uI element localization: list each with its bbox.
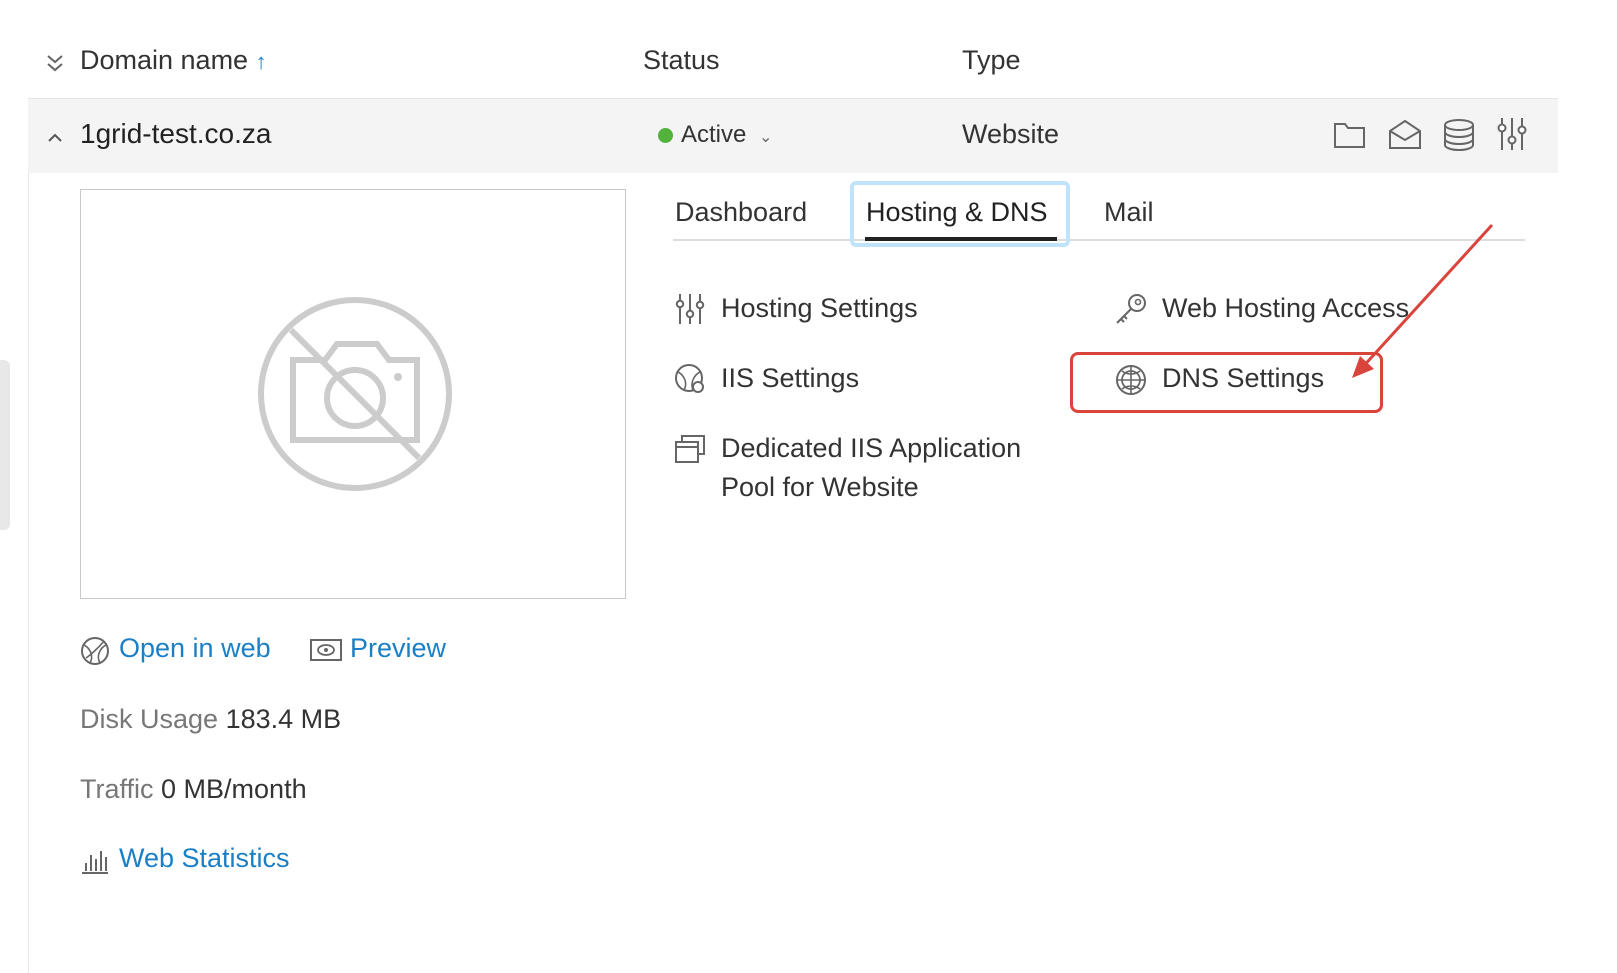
key-icon bbox=[1114, 292, 1148, 331]
domain-name[interactable]: 1grid-test.co.za bbox=[80, 118, 271, 150]
traffic: Traffic 0 MB/month bbox=[80, 774, 307, 805]
website-thumbnail bbox=[80, 189, 626, 599]
traffic-value: 0 MB/month bbox=[161, 774, 307, 804]
mail-icon[interactable] bbox=[1388, 118, 1422, 155]
annotation-arrow bbox=[1352, 223, 1494, 378]
traffic-label: Traffic bbox=[80, 774, 154, 804]
iis-settings-icon bbox=[674, 363, 706, 400]
hosting-settings-link[interactable]: Hosting Settings bbox=[721, 289, 918, 328]
settings-sliders-icon[interactable] bbox=[1496, 116, 1528, 157]
tab-mail[interactable]: Mail bbox=[1104, 197, 1154, 228]
globe-icon bbox=[80, 636, 110, 671]
no-image-icon bbox=[255, 294, 455, 499]
dedicated-pool-link[interactable]: Dedicated IIS Application Pool for Websi… bbox=[721, 429, 1021, 507]
tab-dashboard[interactable]: Dashboard bbox=[675, 197, 807, 228]
domain-type: Website bbox=[962, 119, 1060, 149]
collapse-all-icon[interactable] bbox=[45, 52, 65, 74]
application-pool-icon bbox=[674, 434, 706, 469]
chevron-down-icon: ⌄ bbox=[759, 129, 773, 146]
collapse-row-icon[interactable] bbox=[45, 127, 65, 147]
column-header-status[interactable]: Status bbox=[643, 45, 720, 76]
hosting-settings-icon bbox=[675, 292, 705, 331]
column-header-domain-name-label: Domain name bbox=[80, 45, 249, 75]
iis-settings-link[interactable]: IIS Settings bbox=[721, 359, 859, 398]
annotation-highlight-box bbox=[1070, 352, 1383, 413]
status-dropdown[interactable]: Active ⌄ bbox=[658, 121, 772, 149]
file-manager-icon[interactable] bbox=[1333, 120, 1367, 155]
open-in-web-link[interactable]: Open in web bbox=[119, 633, 271, 664]
preview-link[interactable]: Preview bbox=[350, 633, 446, 664]
sort-ascending-icon: ↑ bbox=[255, 49, 267, 74]
preview-icon bbox=[310, 638, 342, 667]
dedicated-pool-line1: Dedicated IIS Application bbox=[721, 433, 1022, 463]
dedicated-pool-line2: Pool for Website bbox=[721, 472, 919, 502]
disk-usage-label: Disk Usage bbox=[80, 704, 219, 734]
status-label: Active bbox=[681, 121, 747, 148]
databases-icon[interactable] bbox=[1442, 118, 1476, 157]
side-scroll-handle bbox=[0, 360, 10, 530]
column-header-domain-name[interactable]: Domain name ↑ bbox=[80, 45, 267, 76]
disk-usage: Disk Usage 183.4 MB bbox=[80, 704, 341, 735]
disk-usage-value: 183.4 MB bbox=[225, 704, 342, 734]
tab-hosting-dns[interactable]: Hosting & DNS bbox=[866, 197, 1048, 228]
status-dot-icon bbox=[658, 128, 673, 144]
statistics-icon bbox=[80, 845, 110, 880]
web-statistics-link[interactable]: Web Statistics bbox=[119, 843, 290, 874]
active-tab-underline bbox=[865, 237, 1057, 241]
column-header-type[interactable]: Type bbox=[962, 45, 1021, 76]
